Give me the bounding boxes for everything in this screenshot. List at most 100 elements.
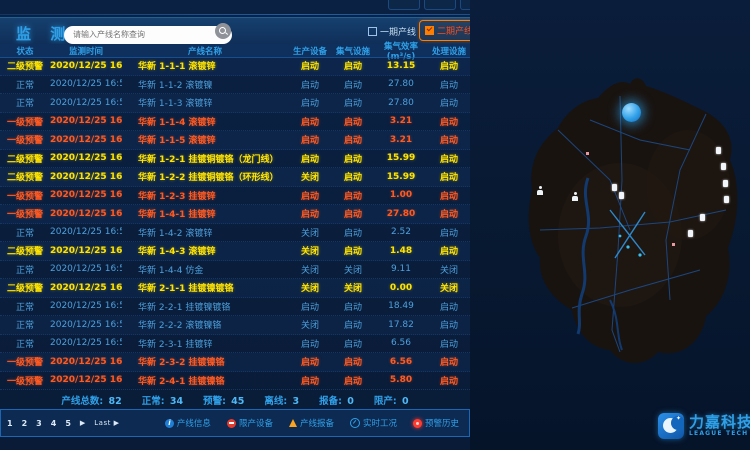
status-cell: 二级预警 bbox=[0, 59, 50, 72]
footer-button-warning-triangle[interactable]: 产线报备 bbox=[289, 417, 334, 429]
table-row[interactable]: 正常2020/12/25 16:55:24华新 1-1-3 滚镀锌启动启动27.… bbox=[0, 94, 470, 113]
gas-facility-cell: 启动 bbox=[332, 59, 374, 72]
efficiency-cell: 27.80 bbox=[374, 98, 428, 108]
logo-subtitle: LEAGUE TECH bbox=[689, 430, 750, 437]
treatment-cell: 启动 bbox=[428, 300, 470, 313]
page-button[interactable]: 5 bbox=[65, 419, 71, 428]
time-cell: 2020/12/25 16:55:24 bbox=[50, 172, 122, 182]
map-pin-icon[interactable] bbox=[700, 214, 705, 221]
page-button[interactable]: 2 bbox=[22, 419, 28, 428]
time-cell: 2020/12/25 16:55:04 bbox=[50, 153, 122, 163]
status-cell: 一级预警 bbox=[0, 115, 50, 128]
table-row[interactable]: 二级预警2020/12/25 16:55:24华新 1-1-1 滚镀锌启动启动1… bbox=[0, 57, 470, 76]
efficiency-cell: 5.80 bbox=[374, 375, 428, 385]
prod-equip-cell: 启动 bbox=[288, 133, 332, 146]
map-pin-icon[interactable] bbox=[716, 147, 721, 154]
map-pin-icon[interactable] bbox=[688, 230, 693, 237]
table-row[interactable]: 二级预警2020/12/25 16:55:04华新 1-4-3 滚镀锌关闭启动1… bbox=[0, 242, 470, 261]
prod-equip-cell: 启动 bbox=[288, 337, 332, 350]
phase1-label: 一期产线 bbox=[380, 28, 416, 38]
line-name-cell: 华新 1-1-2 滚镀镍 bbox=[122, 78, 288, 91]
table-row[interactable]: 二级预警2020/12/25 16:55:24华新 1-2-2 挂镀铜镀铬（环形… bbox=[0, 168, 470, 187]
logo-star-icon: ✦ bbox=[676, 415, 681, 422]
treatment-cell: 启动 bbox=[428, 170, 470, 183]
efficiency-cell: 27.80 bbox=[374, 79, 428, 89]
monitoring-dashboard: 监 测 一期产线 二期产线 状态监测时间产线名称生产设备集气设施集气效率(m³/… bbox=[0, 0, 750, 450]
prod-equip-cell: 启动 bbox=[288, 300, 332, 313]
line-name-cell: 华新 2-4-1 挂镀镍铬 bbox=[122, 374, 288, 387]
checkbox-icon[interactable] bbox=[368, 27, 377, 36]
search-input[interactable] bbox=[64, 26, 232, 44]
map-pin-icon[interactable] bbox=[723, 180, 728, 187]
stat-value: 45 bbox=[231, 396, 244, 407]
page-button[interactable]: 1 bbox=[7, 419, 13, 428]
stat-value: 0 bbox=[347, 396, 354, 407]
table-row[interactable]: 正常2020/12/25 16:54:44华新 1-4-4 仿金关闭关闭9.11… bbox=[0, 261, 470, 280]
blue-status-marker[interactable] bbox=[622, 103, 641, 122]
footer-button-info[interactable]: i产线信息 bbox=[165, 417, 211, 429]
table-row[interactable]: 正常2020/12/25 16:55:24华新 1-4-2 滚镀锌关闭启动2.5… bbox=[0, 224, 470, 243]
map-person-icon[interactable] bbox=[536, 186, 544, 195]
map-person-icon[interactable] bbox=[571, 192, 579, 201]
page-button[interactable]: 3 bbox=[36, 419, 42, 428]
time-cell: 2020/12/25 16:55:24 bbox=[50, 283, 122, 293]
line-name-cell: 华新 1-1-5 滚镀锌 bbox=[122, 133, 288, 146]
efficiency-cell: 2.52 bbox=[374, 227, 428, 237]
footer-button-gauge[interactable]: 实时工况 bbox=[350, 417, 397, 429]
status-cell: 二级预警 bbox=[0, 281, 50, 294]
footer-button-noentry[interactable]: 限产设备 bbox=[227, 417, 273, 429]
page-button[interactable]: 4 bbox=[51, 419, 57, 428]
phase1-toggle[interactable]: 一期产线 bbox=[368, 25, 416, 38]
line-name-cell: 华新 2-2-2 滚镀镍铬 bbox=[122, 318, 288, 331]
footer-button-alert[interactable]: 预警历史 bbox=[413, 417, 459, 429]
line-name-cell: 华新 1-2-1 挂镀铜镀铬（龙门线） bbox=[122, 152, 288, 165]
gas-facility-cell: 启动 bbox=[332, 374, 374, 387]
table-row[interactable]: 正常2020/12/25 16:55:24华新 1-1-2 滚镀镍启动启动27.… bbox=[0, 76, 470, 95]
gas-facility-cell: 启动 bbox=[332, 300, 374, 313]
column-header: 处理设施 bbox=[428, 45, 470, 57]
column-header: 集气设施 bbox=[332, 45, 374, 57]
time-cell: 2020/12/25 16:55:24 bbox=[50, 98, 122, 108]
gas-facility-cell: 启动 bbox=[332, 115, 374, 128]
treatment-cell: 启动 bbox=[428, 133, 470, 146]
table-row[interactable]: 正常2020/12/25 16:55:04华新 2-2-1 挂镀镍镀铬启动启动1… bbox=[0, 298, 470, 317]
gauge-icon bbox=[350, 418, 360, 428]
prod-equip-cell: 启动 bbox=[288, 152, 332, 165]
treatment-cell: 启动 bbox=[428, 226, 470, 239]
map-pin-icon[interactable] bbox=[721, 163, 726, 170]
city-map[interactable] bbox=[470, 0, 750, 450]
search-icon[interactable] bbox=[215, 23, 231, 39]
logo-name: 力嘉科技 bbox=[689, 415, 750, 430]
table-row[interactable]: 一级预警2020/12/25 16:55:24华新 1-4-1 挂镀锌启动启动2… bbox=[0, 205, 470, 224]
map-pin-icon[interactable] bbox=[619, 192, 624, 199]
table-row[interactable]: 一级预警2020/12/25 16:55:24华新 1-1-5 滚镀锌启动启动3… bbox=[0, 131, 470, 150]
line-name-cell: 华新 2-3-1 挂镀锌 bbox=[122, 337, 288, 350]
map-pin-icon[interactable] bbox=[612, 184, 617, 191]
last-page-button[interactable]: Last ▶ bbox=[94, 419, 119, 427]
map-pin-icon[interactable] bbox=[724, 196, 729, 203]
status-cell: 正常 bbox=[0, 96, 50, 109]
treatment-cell: 启动 bbox=[428, 318, 470, 331]
table-row[interactable]: 正常2020/12/25 16:55:04华新 2-2-2 滚镀镍铬关闭启动17… bbox=[0, 316, 470, 335]
column-header: 产线名称 bbox=[122, 45, 288, 57]
prod-equip-cell: 启动 bbox=[288, 355, 332, 368]
prod-equip-cell: 关闭 bbox=[288, 318, 332, 331]
line-name-cell: 华新 2-2-1 挂镀镍镀铬 bbox=[122, 300, 288, 313]
table-row[interactable]: 一级预警2020/12/25 16:55:24华新 2-4-1 挂镀镍铬启动启动… bbox=[0, 372, 470, 391]
table-row[interactable]: 一级预警2020/12/25 16:55:24华新 1-1-4 滚镀锌启动启动3… bbox=[0, 113, 470, 132]
table-row[interactable]: 二级预警2020/12/25 16:55:04华新 1-2-1 挂镀铜镀铬（龙门… bbox=[0, 150, 470, 169]
next-page-button[interactable]: ▶ bbox=[80, 419, 85, 427]
gas-facility-cell: 启动 bbox=[332, 244, 374, 257]
checkbox-checked-icon[interactable] bbox=[425, 26, 434, 35]
time-cell: 2020/12/25 16:55:24 bbox=[50, 116, 122, 126]
prod-equip-cell: 关闭 bbox=[288, 226, 332, 239]
logo-icon: ✦ bbox=[658, 413, 684, 439]
table-row[interactable]: 二级预警2020/12/25 16:55:24华新 2-1-1 挂镀镍镀铬关闭关… bbox=[0, 279, 470, 298]
table-row[interactable]: 正常2020/12/25 16:55:24华新 2-3-1 挂镀锌启动启动6.5… bbox=[0, 335, 470, 354]
pagination: 12345 ▶ Last ▶ bbox=[1, 419, 119, 428]
prod-equip-cell: 启动 bbox=[288, 207, 332, 220]
efficiency-cell: 15.99 bbox=[374, 172, 428, 182]
table-row[interactable]: 一级预警2020/12/25 16:55:24华新 2-3-2 挂镀镍铬启动启动… bbox=[0, 353, 470, 372]
table-row[interactable]: 一级预警2020/12/25 16:55:24华新 1-2-3 挂镀锌启动启动1… bbox=[0, 187, 470, 206]
treatment-cell: 启动 bbox=[428, 96, 470, 109]
